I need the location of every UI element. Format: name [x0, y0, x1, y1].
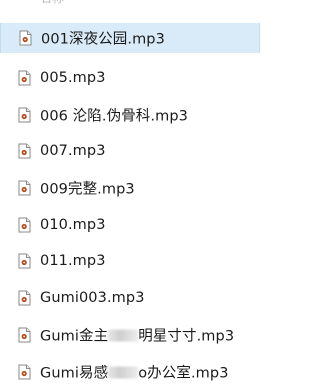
- file-name: 006 沦陷.伪骨科.mp3: [40, 108, 188, 125]
- file-row[interactable]: 006 沦陷.伪骨科.mp3: [0, 96, 260, 133]
- file-list: 001深夜公园.mp3 005.mp3 006 沦陷.伪骨科.mp3 007.m…: [0, 23, 260, 390]
- audio-file-icon: [18, 70, 31, 86]
- file-name: 007.mp3: [40, 143, 106, 160]
- audio-file-icon: [19, 30, 32, 46]
- file-name: Gumi003.mp3: [40, 290, 145, 307]
- file-explorer: 名称 001深夜公园.mp3 005.mp3: [0, 0, 260, 390]
- redacted-text: [108, 366, 139, 379]
- audio-file-icon: [18, 364, 31, 380]
- audio-file-icon: [18, 143, 31, 159]
- file-name: 005.mp3: [40, 70, 106, 87]
- file-row[interactable]: Gumi易感 o办公室.mp3: [0, 353, 260, 390]
- file-name-part: o办公室.mp3: [138, 365, 229, 382]
- audio-file-icon: [18, 217, 31, 233]
- audio-file-icon: [18, 290, 31, 306]
- file-name: 010.mp3: [40, 216, 106, 233]
- redacted-text: [108, 329, 139, 342]
- file-name: 009完整.mp3: [40, 181, 135, 198]
- file-name: 001深夜公园.mp3: [41, 31, 165, 48]
- file-row[interactable]: Gumi003.mp3: [0, 280, 260, 317]
- audio-file-icon: [18, 327, 31, 343]
- file-name: 011.mp3: [40, 253, 106, 270]
- file-name: Gumi金主 明星寸寸.mp3: [40, 324, 234, 345]
- file-name-part: Gumi易感: [40, 365, 109, 382]
- file-row[interactable]: 010.mp3: [0, 206, 260, 243]
- file-name: Gumi易感 o办公室.mp3: [40, 361, 229, 382]
- file-name-part: 明星寸寸.mp3: [138, 328, 235, 345]
- file-row[interactable]: 001深夜公园.mp3: [0, 23, 260, 53]
- column-header-name[interactable]: 名称: [40, 0, 64, 5]
- audio-file-icon: [18, 180, 31, 196]
- audio-file-icon: [18, 253, 31, 269]
- file-row[interactable]: 007.mp3: [0, 133, 260, 170]
- audio-file-icon: [18, 107, 31, 123]
- file-row[interactable]: 011.mp3: [0, 243, 260, 280]
- file-name-part: Gumi金主: [40, 328, 109, 345]
- file-row[interactable]: 009完整.mp3: [0, 170, 260, 207]
- file-row[interactable]: Gumi金主 明星寸寸.mp3: [0, 317, 260, 354]
- file-row[interactable]: 005.mp3: [0, 60, 260, 97]
